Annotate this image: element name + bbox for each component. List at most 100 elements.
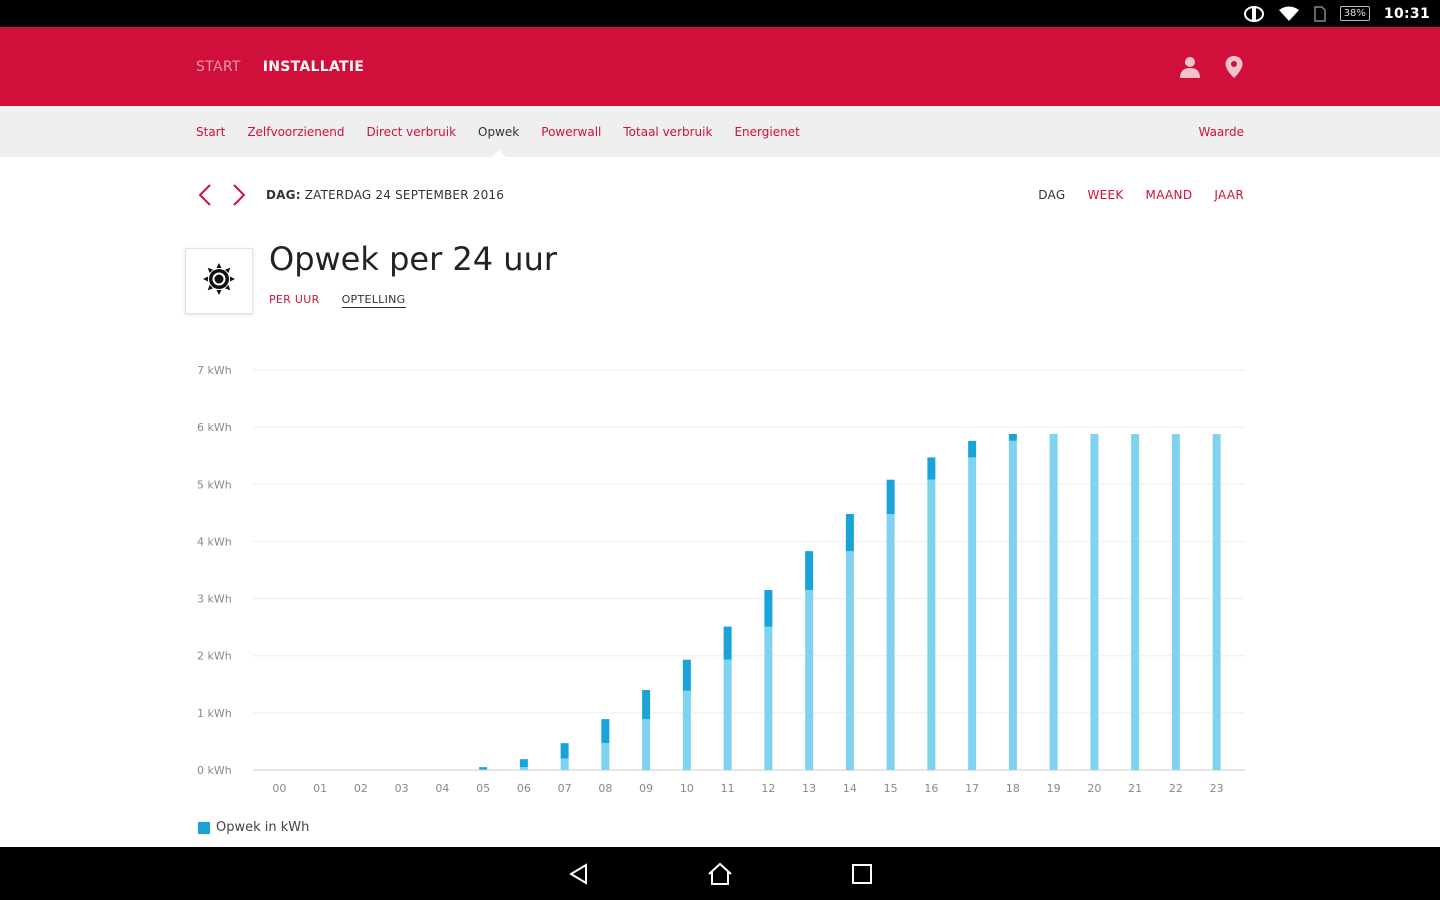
location-pin-icon[interactable] — [1224, 55, 1244, 79]
date-value: ZATERDAG 24 SEPTEMBER 2016 — [304, 188, 505, 202]
main-tabs: START INSTALLATIE — [196, 27, 364, 106]
x-tick-label: 02 — [354, 782, 368, 795]
x-tick-label: 00 — [272, 782, 286, 795]
bar-base — [642, 719, 651, 770]
app-header: START INSTALLATIE — [0, 27, 1440, 106]
subnav-item-direct-verbruik[interactable]: Direct verbruik — [366, 106, 456, 157]
period-selector: DAG WEEK MAAND JAAR — [1038, 188, 1244, 202]
legend-swatch — [198, 821, 210, 834]
bar-increment — [519, 759, 528, 768]
y-tick-label: 4 kWh — [197, 535, 232, 548]
x-tick-label: 12 — [761, 782, 775, 795]
tab-start[interactable]: START — [196, 59, 241, 75]
subnav-item-powerwall[interactable]: Powerwall — [541, 106, 601, 157]
system-navbar — [0, 847, 1440, 900]
x-tick-label: 22 — [1169, 782, 1183, 795]
x-tick-label: 13 — [802, 782, 816, 795]
bar-base — [764, 626, 773, 770]
bar-base — [560, 758, 569, 770]
y-tick-label: 2 kWh — [197, 650, 232, 663]
bar-increment — [682, 659, 691, 691]
status-bar: 38% 10:31 — [0, 0, 1440, 27]
title-icon-box — [185, 248, 253, 314]
wifi-icon — [1278, 6, 1300, 22]
recents-icon[interactable] — [851, 863, 873, 885]
x-tick-label: 08 — [598, 782, 612, 795]
bar-base — [1131, 434, 1140, 770]
bar-increment — [560, 743, 569, 759]
subnav-item-totaal-verbruik[interactable]: Totaal verbruik — [623, 106, 712, 157]
period-maand[interactable]: MAAND — [1146, 188, 1193, 202]
user-icon[interactable] — [1178, 55, 1202, 79]
bar-base — [519, 767, 528, 770]
period-jaar[interactable]: JAAR — [1214, 188, 1244, 202]
x-tick-label: 05 — [476, 782, 490, 795]
x-tick-label: 17 — [965, 782, 979, 795]
home-icon[interactable] — [707, 862, 733, 886]
y-tick-label: 1 kWh — [197, 707, 232, 720]
page-title: Opwek per 24 uur — [269, 240, 557, 278]
x-tick-label: 16 — [924, 782, 938, 795]
bar-base — [886, 514, 895, 770]
subnav-item-start[interactable]: Start — [196, 106, 225, 157]
bar-increment — [601, 719, 610, 744]
back-icon[interactable] — [567, 862, 589, 885]
clock: 10:31 — [1383, 5, 1430, 22]
x-tick-label: 19 — [1047, 782, 1061, 795]
tab-installatie[interactable]: INSTALLATIE — [263, 59, 365, 75]
bar-base — [682, 690, 691, 770]
x-tick-label: 14 — [843, 782, 857, 795]
battery-level: 38% — [1339, 6, 1370, 21]
y-tick-label: 0 kWh — [197, 764, 232, 777]
bar-increment — [642, 690, 651, 720]
chart-legend: Opwek in kWh — [198, 820, 309, 835]
mode-optelling[interactable]: OPTELLING — [341, 293, 406, 308]
bar-base — [1008, 440, 1017, 770]
bar-base — [723, 659, 732, 770]
bar-base — [927, 479, 936, 770]
x-tick-label: 03 — [395, 782, 409, 795]
bar-base — [1049, 434, 1058, 770]
x-tick-label: 04 — [435, 782, 449, 795]
bar-increment — [968, 440, 977, 458]
bar-base — [1090, 434, 1099, 770]
date-row: DAG: ZATERDAG 24 SEPTEMBER 2016 DAG WEEK… — [196, 178, 1244, 212]
previous-day-button[interactable] — [196, 184, 214, 206]
x-tick-label: 15 — [884, 782, 898, 795]
subnav-item-energienet[interactable]: Energienet — [734, 106, 799, 157]
bar-increment — [1008, 434, 1017, 441]
bar-increment — [927, 457, 936, 480]
bar-base — [601, 743, 610, 770]
x-tick-label: 11 — [721, 782, 735, 795]
bar-increment — [886, 479, 895, 514]
x-tick-label: 20 — [1087, 782, 1101, 795]
subnav-item-opwek[interactable]: Opwek — [478, 106, 519, 157]
chart-mode-tabs: PER UUR OPTELLING — [269, 293, 406, 308]
chart-svg: 0 kWh 1 kWh 2 kWh 3 kWh 4 kWh 5 kWh 6 kWh 7 kWh… — [197, 364, 1245, 795]
legend-label: Opwek in kWh — [216, 820, 310, 835]
x-tick-label: 07 — [558, 782, 572, 795]
sun-icon — [202, 262, 236, 300]
period-dag[interactable]: DAG — [1038, 188, 1065, 202]
y-tick-label: 7 kWh — [197, 364, 232, 377]
bar-increment — [805, 551, 814, 590]
y-tick-label: 3 kWh — [197, 593, 232, 606]
next-day-button[interactable] — [230, 184, 248, 206]
bar-base — [845, 551, 854, 770]
energy-chart: 0 kWh 1 kWh 2 kWh 3 kWh 4 kWh 5 kWh 6 kWh 7 kWh… — [185, 350, 1255, 810]
y-tick-label: 6 kWh — [197, 421, 232, 434]
mode-per-uur[interactable]: PER UUR — [269, 293, 320, 308]
x-tick-label: 21 — [1128, 782, 1142, 795]
x-tick-label: 01 — [313, 782, 327, 795]
waarde-link[interactable]: Waarde — [1198, 106, 1244, 157]
bar-increment — [723, 626, 732, 660]
sub-navigation: Start Zelfvoorzienend Direct verbruik Op… — [0, 106, 1440, 157]
bar-base — [968, 457, 977, 770]
header-actions — [1178, 27, 1244, 106]
x-tick-label: 23 — [1210, 782, 1224, 795]
bar-base — [1212, 434, 1221, 770]
subnav-item-zelfvoorzienend[interactable]: Zelfvoorzienend — [247, 106, 344, 157]
bar-base — [479, 769, 488, 770]
current-date: DAG: ZATERDAG 24 SEPTEMBER 2016 — [266, 188, 504, 202]
period-week[interactable]: WEEK — [1087, 188, 1123, 202]
